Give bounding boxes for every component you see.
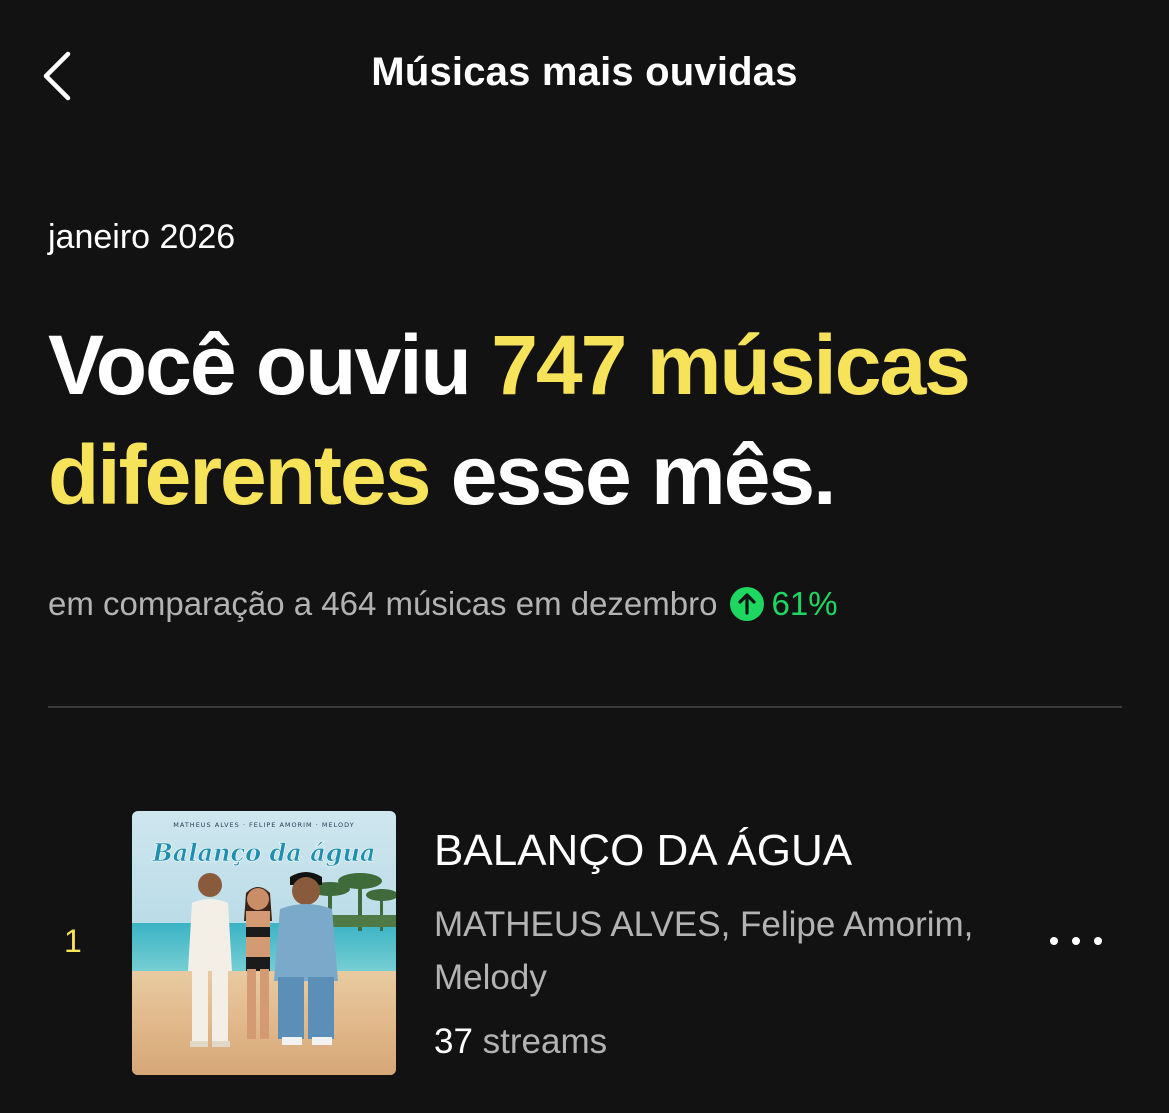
headline-suffix: esse mês. — [429, 428, 837, 522]
headline-highlight-word: diferentes — [48, 428, 431, 522]
track-info: BALANÇO DA ÁGUA MATHEUS ALVES, Felipe Am… — [434, 826, 994, 1062]
track-title: BALANÇO DA ÁGUA — [434, 826, 853, 875]
divider — [48, 706, 1122, 708]
track-artists: MATHEUS ALVES, Felipe Amorim, Melody — [434, 905, 974, 997]
summary-headline: Você ouviu 747 músicas diferentes esse mê… — [48, 310, 1128, 530]
streams-label: streams — [482, 1022, 608, 1061]
album-cover-art: MATHEUS ALVES · FELIPE AMORIM · MELODY B… — [132, 811, 396, 1075]
streams-count: 37 — [434, 1022, 473, 1061]
more-horizontal-icon — [1050, 937, 1102, 945]
arrow-up-circle-icon — [730, 587, 765, 621]
comparison-line: em comparação a 464 músicas em dezembro … — [48, 585, 838, 623]
top-bar: Músicas mais ouvidas — [0, 0, 1169, 150]
period-label: janeiro 2026 — [48, 218, 236, 256]
change-percent: 61% — [771, 585, 838, 622]
headline-prefix: Você ouviu — [48, 318, 492, 412]
cover-credits: MATHEUS ALVES · FELIPE AMORIM · MELODY — [173, 821, 354, 829]
headline-highlight-count: 747 músicas — [491, 318, 971, 412]
album-cover: MATHEUS ALVES · FELIPE AMORIM · MELODY B… — [132, 811, 396, 1075]
more-options-button[interactable] — [1044, 926, 1108, 956]
change-badge: 61% — [729, 585, 838, 623]
page-title: Músicas mais ouvidas — [371, 50, 798, 94]
track-streams: 37 streams — [434, 1022, 994, 1062]
cover-title: Balanço da água — [152, 838, 376, 867]
comparison-text: em comparação a 464 músicas em dezembro — [48, 585, 718, 622]
track-row[interactable]: 1 MATHEUS ALVES · FELIPE AMORIM · MELODY… — [48, 808, 1122, 1078]
track-rank: 1 — [64, 923, 82, 959]
